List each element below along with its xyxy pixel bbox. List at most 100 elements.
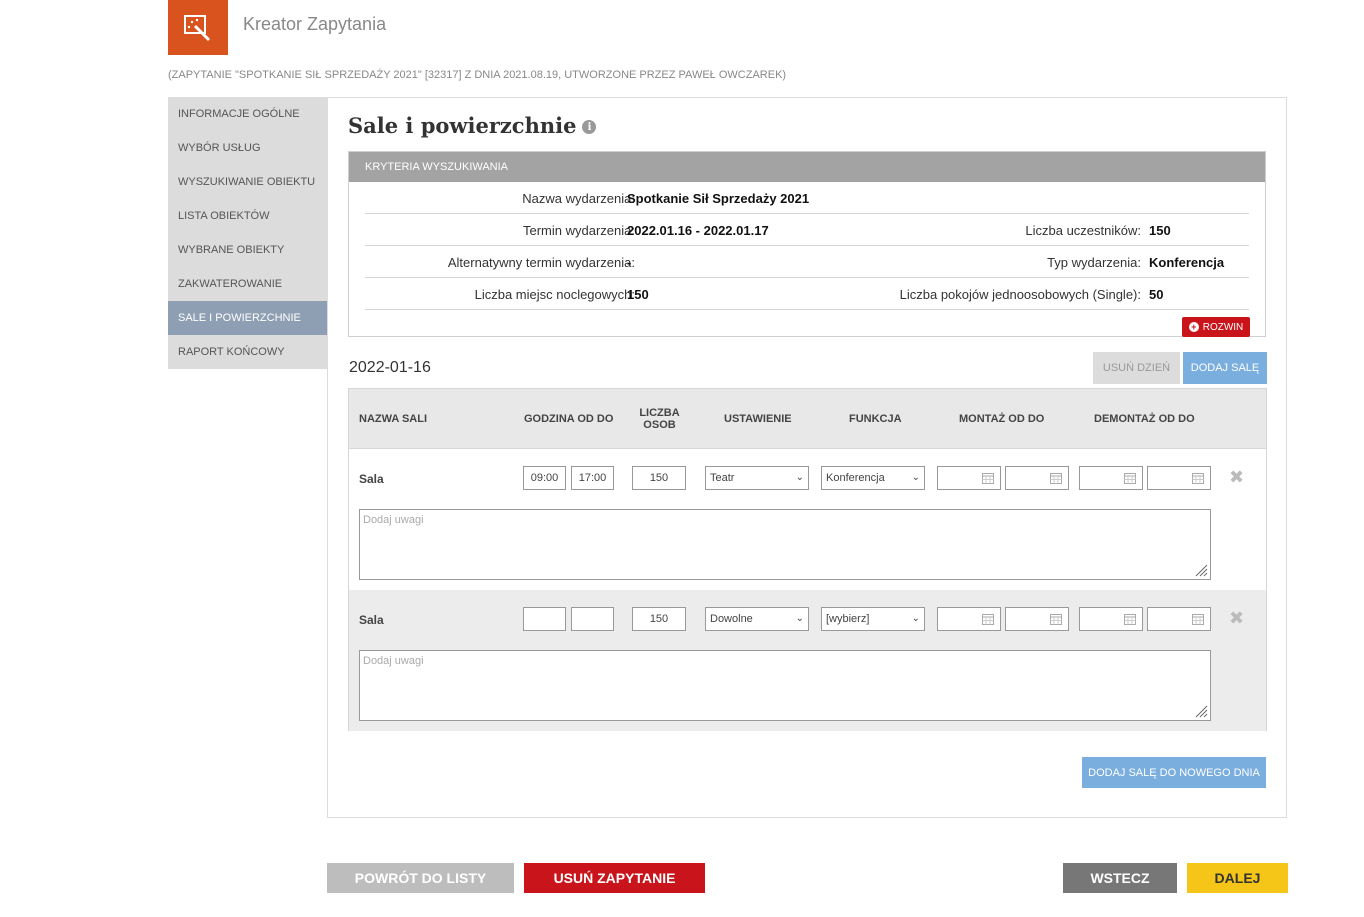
event-name-label: Nazwa wydarzenia:: [522, 191, 635, 206]
table-header: NAZWA SALI GODZINA OD DO LICZBA OSOB UST…: [349, 389, 1266, 449]
calendar-icon: [982, 473, 994, 484]
page-title-text: Sale i powierzchnie: [348, 113, 577, 138]
chevron-down-icon: ⌄: [795, 613, 804, 624]
sidebar-item-accommodation[interactable]: ZAKWATEROWANIE: [168, 267, 328, 301]
sidebar-item-rooms-spaces[interactable]: SALE I POWIERZCHNIE: [168, 301, 328, 335]
sidebar: INFORMACJE OGÓLNE WYBÓR USŁUG WYSZUKIWAN…: [168, 97, 328, 369]
beds-label: Liczba miejsc noclegowych:: [474, 287, 635, 302]
single-rooms-value: 50: [1149, 287, 1164, 302]
disassembly-to-input[interactable]: [1147, 607, 1211, 631]
criteria-row: Alternatywny termin wydarzenia: - Typ wy…: [365, 246, 1249, 278]
assembly-to-input[interactable]: [1005, 607, 1069, 631]
function-select[interactable]: [wybierz] ⌄: [821, 607, 925, 631]
query-info: (ZAPYTANIE "SPOTKANIE SIŁ SPRZEDAŻY 2021…: [168, 69, 787, 81]
sidebar-item-final-report[interactable]: RAPORT KOŃCOWY: [168, 335, 328, 369]
single-rooms-label: Liczba pokojów jednoosobowych (Single):: [899, 287, 1141, 302]
expand-button[interactable]: + ROZWIN: [1182, 317, 1250, 337]
criteria-row: Termin wydarzenia: 2022.01.16 - 2022.01.…: [365, 214, 1249, 246]
event-type-label: Typ wydarzenia:: [1047, 255, 1141, 270]
chevron-down-icon: ⌄: [911, 472, 920, 483]
event-date-label: Termin wydarzenia:: [523, 223, 635, 238]
col-room-name: NAZWA SALI: [359, 413, 428, 425]
remove-room-icon[interactable]: ✖: [1229, 467, 1244, 488]
room-name: Sala: [359, 613, 384, 627]
col-hours: GODZINA OD DO: [524, 413, 614, 425]
main-panel: Sale i powierzchnie i KRYTERIA WYSZUKIWA…: [327, 97, 1287, 818]
search-criteria-panel: KRYTERIA WYSZUKIWANIA Nazwa wydarzenia: …: [348, 151, 1266, 337]
notes-placeholder: Dodaj uwagi: [363, 655, 424, 667]
participants-value: 150: [1149, 223, 1171, 238]
calendar-icon: [1124, 614, 1136, 625]
remove-day-button[interactable]: USUŃ DZIEŃ: [1093, 352, 1180, 384]
remove-room-icon[interactable]: ✖: [1229, 608, 1244, 629]
info-icon[interactable]: i: [582, 120, 597, 134]
room-row: Sala 09:00 17:00 150 Teatr ⌄ Konferencja…: [349, 449, 1266, 590]
setup-select[interactable]: Dowolne ⌄: [705, 607, 809, 631]
plus-circle-icon: +: [1188, 322, 1199, 332]
col-setup: USTAWIENIE: [724, 413, 792, 425]
previous-button[interactable]: WSTECZ: [1063, 863, 1177, 893]
col-persons-line2: OSOB: [643, 419, 676, 431]
beds-value: 150: [627, 287, 649, 302]
persons-input[interactable]: 150: [632, 607, 686, 631]
event-date-value: 2022.01.16 - 2022.01.17: [627, 223, 769, 238]
add-room-button[interactable]: DODAJ SALĘ: [1183, 352, 1267, 384]
criteria-row: Nazwa wydarzenia: Spotkanie Sił Sprzedaż…: [365, 182, 1249, 214]
day-date: 2022-01-16: [349, 359, 431, 376]
wizard-icon: [184, 14, 211, 41]
function-select-value: [wybierz]: [826, 613, 870, 625]
time-to-input[interactable]: 17:00: [571, 466, 614, 490]
sidebar-item-venue-list[interactable]: LISTA OBIEKTÓW: [168, 199, 328, 233]
function-select[interactable]: Konferencja ⌄: [821, 466, 925, 490]
persons-input[interactable]: 150: [632, 466, 686, 490]
participants-label: Liczba uczestników:: [1025, 223, 1141, 238]
sidebar-item-services[interactable]: WYBÓR USŁUG: [168, 131, 328, 165]
event-type-value: Konferencja: [1149, 255, 1225, 270]
disassembly-from-input[interactable]: [1079, 607, 1143, 631]
assembly-from-input[interactable]: [937, 607, 1001, 631]
room-name: Sala: [359, 472, 384, 486]
event-name-value: Spotkanie Sił Sprzedaży 2021: [627, 191, 810, 206]
chevron-down-icon: ⌄: [911, 613, 920, 624]
function-select-value: Konferencja: [826, 472, 885, 484]
calendar-icon: [1050, 614, 1062, 625]
sidebar-item-general-info[interactable]: INFORMACJE OGÓLNE: [168, 97, 328, 131]
calendar-icon: [1050, 473, 1062, 484]
time-from-input[interactable]: 09:00: [523, 466, 566, 490]
time-to-input[interactable]: [571, 607, 614, 631]
setup-select[interactable]: Teatr ⌄: [705, 466, 809, 490]
calendar-icon: [1192, 473, 1204, 484]
search-criteria-header: KRYTERIA WYSZUKIWANIA: [349, 152, 1265, 182]
add-room-new-day-button[interactable]: DODAJ SALĘ DO NOWEGO DNIA: [1082, 757, 1266, 788]
page-title: Sale i powierzchnie i: [348, 113, 597, 138]
time-from-input[interactable]: [523, 607, 566, 631]
notes-textarea[interactable]: Dodaj uwagi: [359, 650, 1211, 721]
notes-textarea[interactable]: Dodaj uwagi: [359, 509, 1211, 580]
delete-query-button[interactable]: USUŃ ZAPYTANIE: [524, 863, 705, 893]
col-persons-line1: LICZBA: [639, 407, 680, 419]
disassembly-to-input[interactable]: [1147, 466, 1211, 490]
calendar-icon: [1124, 473, 1136, 484]
setup-select-value: Teatr: [710, 472, 735, 484]
rooms-table: NAZWA SALI GODZINA OD DO LICZBA OSOB UST…: [348, 388, 1267, 731]
room-row: Sala 150 Dowolne ⌄ [wybierz] ⌄ ✖ Dodaj u…: [349, 590, 1266, 731]
back-to-list-button[interactable]: POWRÓT DO LISTY: [327, 863, 514, 893]
calendar-icon: [1192, 614, 1204, 625]
sidebar-item-selected-venues[interactable]: WYBRANE OBIEKTY: [168, 233, 328, 267]
app-title: Kreator Zapytania: [243, 14, 387, 34]
resize-grip-icon[interactable]: [1192, 561, 1208, 577]
assembly-from-input[interactable]: [937, 466, 1001, 490]
chevron-down-icon: ⌄: [795, 472, 804, 483]
notes-placeholder: Dodaj uwagi: [363, 514, 424, 526]
resize-grip-icon[interactable]: [1192, 702, 1208, 718]
sidebar-item-search-venue[interactable]: WYSZUKIWANIE OBIEKTU: [168, 165, 328, 199]
alt-date-value: -: [627, 255, 632, 270]
col-function: FUNKCJA: [849, 413, 902, 425]
calendar-icon: [982, 614, 994, 625]
next-button[interactable]: DALEJ: [1187, 863, 1288, 893]
col-assembly: MONTAŻ OD DO: [959, 413, 1045, 425]
assembly-to-input[interactable]: [1005, 466, 1069, 490]
app-logo: [168, 0, 228, 55]
disassembly-from-input[interactable]: [1079, 466, 1143, 490]
setup-select-value: Dowolne: [710, 613, 753, 625]
